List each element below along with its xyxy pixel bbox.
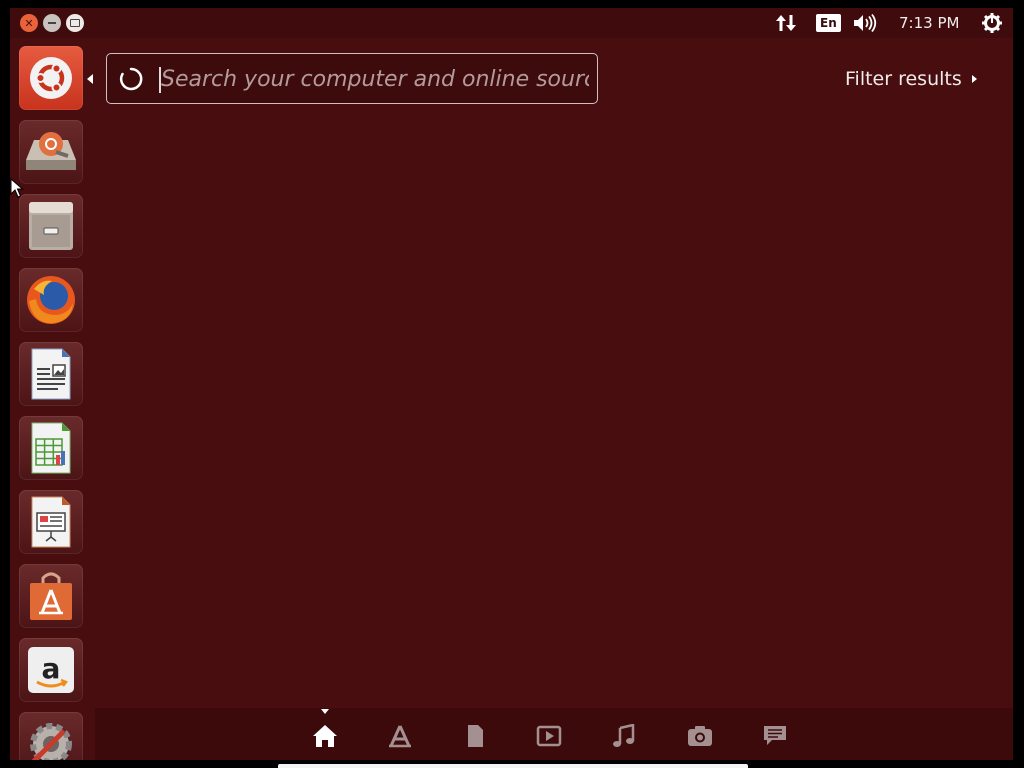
search-spinner-icon [119,67,143,91]
filter-results-label: Filter results [845,68,962,90]
network-arrows-icon [776,15,796,31]
chat-icon [764,726,786,745]
settings-icon [30,723,72,760]
active-lens-indicator [321,709,329,714]
shopping-bag-icon [30,572,72,620]
writer-icon [31,348,71,400]
keyboard-layout-indicator[interactable]: En [816,8,841,38]
minimize-window-button[interactable] [43,14,61,32]
impress-icon [31,496,71,548]
firefox-icon [27,276,75,324]
launcher-item-calc[interactable] [19,416,83,480]
installer-icon [26,132,76,170]
dash-search-box[interactable] [106,53,598,104]
network-indicator[interactable] [775,8,797,38]
lens-files[interactable] [462,724,488,748]
volume-icon [854,13,877,33]
top-panel: ✕ En 7:13 PM [10,8,1013,38]
dash-home-button[interactable] [19,46,83,110]
launcher-item-settings[interactable] [19,712,83,760]
expand-arrow-icon [971,75,977,83]
launcher-item-firefox[interactable] [19,268,83,332]
clock[interactable]: 7:13 PM [899,8,959,38]
video-icon [536,725,562,747]
file-icon [468,725,483,747]
lens-applications[interactable] [387,724,413,748]
desktop-screen: ✕ En 7:13 PM a Search your computer and … [10,8,1013,760]
maximize-window-button[interactable] [66,14,84,32]
filter-results-button[interactable]: Filter results [845,68,977,90]
home-icon [313,725,337,747]
maximize-icon [70,19,80,27]
launcher-item-software-center[interactable] [19,564,83,628]
bottom-edge-strip [278,764,748,768]
active-launcher-arrow [87,74,93,84]
lens-home[interactable] [312,724,338,748]
gear-power-icon [982,13,1002,33]
launcher-item-writer[interactable] [19,342,83,406]
amazon-icon: a [28,647,74,693]
keyboard-layout-label: En [816,14,841,32]
camera-icon [688,726,712,746]
launcher-item-impress[interactable] [19,490,83,554]
lens-photos[interactable] [687,724,713,748]
volume-indicator[interactable] [853,8,879,38]
minimize-icon [48,22,56,24]
search-input[interactable] [161,62,589,96]
session-menu[interactable] [981,8,1003,38]
launcher: a [10,38,95,760]
launcher-item-files[interactable] [19,194,83,258]
lens-social[interactable] [762,724,788,748]
applications-icon [389,725,411,748]
launcher-item-installer[interactable] [19,120,83,184]
calc-icon [31,422,71,474]
lens-music[interactable] [611,724,637,748]
close-window-button[interactable]: ✕ [20,14,38,32]
lens-bar [95,708,1013,760]
svg-text:a: a [42,652,61,685]
ubuntu-logo-icon [30,57,72,99]
mouse-pointer-icon [10,178,24,198]
lens-video[interactable] [536,724,562,748]
music-icon [613,724,635,747]
file-cabinet-icon [29,202,73,250]
launcher-item-amazon[interactable]: a [19,638,83,702]
